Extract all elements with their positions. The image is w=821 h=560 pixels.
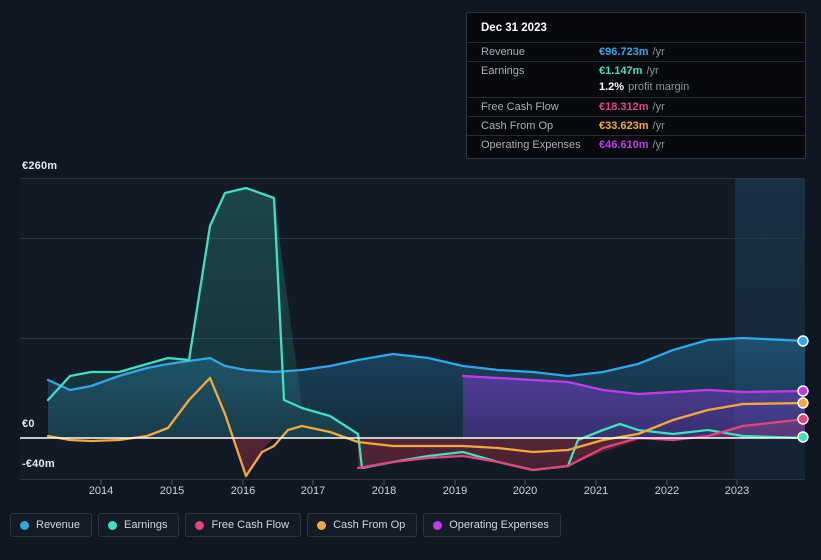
financial-chart: €260m €0 -€40m 2014 2015 2016 2017 2018 … [0, 0, 821, 560]
tooltip-value-earnings: €1.147m [599, 65, 643, 77]
tooltip-unit-operating-expenses: /yr [652, 139, 665, 151]
legend-dot-free-cash-flow-icon [195, 520, 205, 530]
tooltip-row-revenue: Revenue €96.723m /yr [467, 42, 805, 61]
x-axis-label-2018: 2018 [371, 485, 397, 497]
legend-item-operating-expenses[interactable]: Operating Expenses [423, 513, 561, 537]
legend-label-free-cash-flow: Free Cash Flow [211, 519, 290, 531]
x-axis-label-2014: 2014 [88, 485, 114, 497]
x-axis-label-2016: 2016 [230, 485, 256, 497]
tooltip-label-cash-from-op: Cash From Op [481, 120, 554, 132]
tooltip-row-profit-margin: 1.2% profit margin [467, 80, 805, 97]
x-axis-label-2022: 2022 [654, 485, 680, 497]
endpoint-earnings [797, 431, 809, 443]
tooltip-panel: Dec 31 2023 Revenue €96.723m /yr Earning… [466, 12, 806, 159]
legend-dot-earnings-icon [108, 520, 118, 530]
tooltip-row-operating-expenses: Operating Expenses €46.610m /yr [467, 135, 805, 154]
x-axis-label-2017: 2017 [300, 485, 326, 497]
tooltip-label-earnings: Earnings [481, 65, 525, 77]
tooltip-unit-earnings: /yr [646, 65, 659, 77]
tooltip-label-profit-margin: profit margin [628, 81, 690, 93]
legend-label-cash-from-op: Cash From Op [333, 519, 406, 531]
tooltip-value-revenue: €96.723m [599, 46, 649, 58]
tooltip-value-profit-margin: 1.2% [599, 81, 625, 93]
legend-item-free-cash-flow[interactable]: Free Cash Flow [185, 513, 302, 537]
endpoint-free-cash-flow [797, 413, 809, 425]
tooltip-label-revenue: Revenue [481, 46, 526, 58]
tooltip-value-operating-expenses: €46.610m [599, 139, 649, 151]
x-axis-label-2021: 2021 [583, 485, 609, 497]
tooltip-unit-revenue: /yr [652, 46, 665, 58]
endpoint-revenue [797, 335, 809, 347]
x-axis-ticks [100, 480, 738, 485]
tooltip-date: Dec 31 2023 [481, 22, 547, 34]
legend-item-cash-from-op[interactable]: Cash From Op [307, 513, 418, 537]
tooltip-row-cash-from-op: Cash From Op €33.623m /yr [467, 116, 805, 135]
legend-dot-operating-expenses-icon [433, 520, 443, 530]
tooltip-row-earnings: Earnings €1.147m /yr [467, 61, 805, 80]
tooltip-row-free-cash-flow: Free Cash Flow €18.312m /yr [467, 97, 805, 116]
legend-item-revenue[interactable]: Revenue [10, 513, 93, 537]
endpoint-cash-from-op [797, 397, 809, 409]
chart-legend: Revenue Earnings Free Cash Flow Cash Fro… [10, 513, 561, 537]
x-axis-label-2015: 2015 [159, 485, 185, 497]
tooltip-unit-free-cash-flow: /yr [652, 101, 665, 113]
legend-item-earnings[interactable]: Earnings [98, 513, 180, 537]
legend-dot-revenue-icon [20, 520, 29, 530]
tooltip-label-free-cash-flow: Free Cash Flow [481, 101, 559, 113]
tooltip-value-cash-from-op: €33.623m [599, 120, 649, 132]
tooltip-value-free-cash-flow: €18.312m [599, 101, 649, 113]
x-axis-label-2020: 2020 [512, 485, 538, 497]
y-axis-label-zero: €0 [22, 418, 39, 430]
y-axis-label-top: €260m [22, 160, 58, 172]
tooltip-label-operating-expenses: Operating Expenses [481, 139, 581, 151]
legend-label-operating-expenses: Operating Expenses [449, 519, 549, 531]
x-axis-label-2023: 2023 [724, 485, 750, 497]
y-axis-label-bottom: -€40m [22, 458, 55, 470]
legend-label-earnings: Earnings [124, 519, 168, 531]
x-axis-label-2019: 2019 [442, 485, 468, 497]
tooltip-unit-cash-from-op: /yr [652, 120, 665, 132]
endpoint-operating-expenses [797, 385, 809, 397]
legend-label-revenue: Revenue [36, 519, 81, 531]
legend-dot-cash-from-op-icon [317, 520, 327, 530]
